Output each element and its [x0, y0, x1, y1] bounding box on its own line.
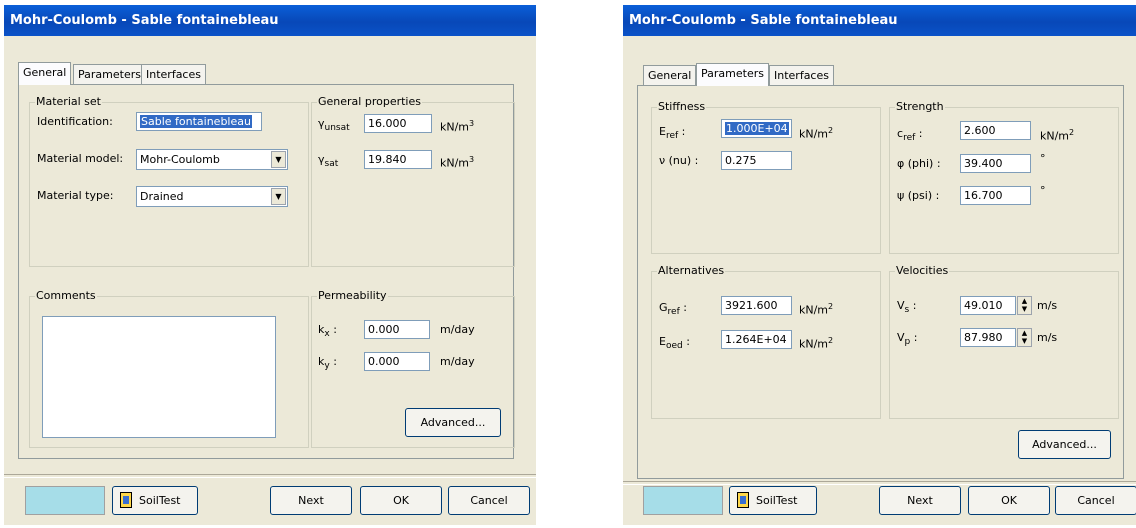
cancel-button[interactable]: Cancel — [1055, 486, 1136, 515]
nu-field[interactable]: 0.275 — [721, 151, 792, 170]
nu-label: ν (nu) : — [659, 154, 699, 167]
tab-panel-parameters: Stiffness Eref : 1.000E+04 kN/m2 ν (nu) … — [637, 85, 1124, 479]
soiltest-button[interactable]: SoilTest — [112, 486, 198, 515]
tab-panel-general: Material set Identification: Sable fonta… — [18, 84, 515, 459]
separator — [623, 481, 1136, 485]
eref-unit: kN/m2 — [799, 126, 834, 141]
eoed-field[interactable]: 1.264E+04 — [721, 330, 792, 349]
eref-field[interactable]: 1.000E+04 — [721, 119, 792, 138]
gref-label: Gref : — [659, 301, 687, 318]
material-type-value: Drained — [140, 190, 184, 203]
identification-field[interactable]: Sable fontainebleau — [136, 112, 262, 131]
comments-group: Comments — [29, 289, 309, 448]
soiltest-button[interactable]: SoilTest — [729, 486, 817, 515]
next-button[interactable]: Next — [270, 486, 352, 515]
vs-unit: m/s — [1037, 299, 1058, 312]
eoed-label: Eoed : — [659, 335, 690, 352]
vs-label: Vs : — [897, 299, 917, 316]
general-properties-label: General properties — [317, 95, 422, 108]
cref-unit: kN/m2 — [1040, 128, 1075, 143]
tab-general[interactable]: General — [18, 62, 72, 85]
soiltest-icon — [737, 492, 749, 508]
gref-field[interactable]: 3921.600 — [721, 296, 792, 315]
identification-label: Identification: — [37, 115, 113, 128]
ok-button[interactable]: OK — [360, 486, 442, 515]
phi-unit: ° — [1040, 152, 1046, 165]
separator — [4, 474, 536, 478]
gamma-sat-unit: kN/m3 — [440, 155, 475, 170]
chevron-down-icon[interactable]: ▼ — [271, 188, 286, 205]
gamma-sat-label: γsat — [318, 153, 339, 170]
cref-field[interactable]: 2.600 — [960, 121, 1031, 140]
velocities-label: Velocities — [895, 264, 950, 277]
phi-field[interactable]: 39.400 — [960, 154, 1031, 173]
psi-field[interactable]: 16.700 — [960, 186, 1031, 205]
material-model-value: Mohr-Coulomb — [140, 153, 220, 166]
advanced-button[interactable]: Advanced... — [405, 408, 501, 437]
kx-field[interactable]: 0.000 — [364, 320, 430, 339]
material-model-label: Material model: — [37, 152, 124, 165]
material-set-label: Material set — [35, 95, 102, 108]
tab-parameters[interactable]: Parameters — [696, 63, 769, 86]
window-title: Mohr-Coulomb - Sable fontainebleau — [4, 5, 536, 36]
tab-interfaces[interactable]: Interfaces — [141, 64, 206, 84]
ky-field[interactable]: 0.000 — [364, 352, 430, 371]
vs-field[interactable]: 49.010 — [960, 296, 1016, 315]
material-type-select[interactable]: Drained ▼ — [136, 186, 288, 207]
advanced-button[interactable]: Advanced... — [1018, 430, 1111, 459]
tab-parameters[interactable]: Parameters — [73, 64, 146, 84]
kx-label: kx : — [318, 323, 337, 340]
gamma-sat-field[interactable]: 19.840 — [364, 150, 432, 169]
gamma-unsat-unit: kN/m3 — [440, 119, 475, 134]
psi-unit: ° — [1040, 184, 1046, 197]
strength-group: Strength cref : 2.600 kN/m2 φ (phi) : 39… — [889, 100, 1119, 254]
eref-label: Eref : — [659, 125, 686, 142]
material-model-select[interactable]: Mohr-Coulomb ▼ — [136, 149, 288, 170]
cancel-button[interactable]: Cancel — [448, 486, 530, 515]
material-type-label: Material type: — [37, 189, 114, 202]
comments-textarea[interactable] — [42, 316, 276, 438]
tab-interfaces[interactable]: Interfaces — [769, 65, 834, 85]
vp-spin-arrows-icon[interactable]: ▲ ▼ — [1017, 328, 1032, 347]
cref-label: cref : — [897, 127, 923, 144]
material-dialog-parameters: Mohr-Coulomb - Sable fontainebleau Gener… — [623, 5, 1136, 525]
permeability-group: Permeability kx : 0.000 m/day ky : 0.000… — [311, 289, 515, 448]
material-set-group: Material set Identification: Sable fonta… — [29, 95, 309, 267]
window-title: Mohr-Coulomb - Sable fontainebleau — [623, 5, 1136, 36]
soiltest-icon — [120, 492, 132, 508]
material-dialog-general: Mohr-Coulomb - Sable fontainebleau Gener… — [4, 5, 536, 525]
vp-field[interactable]: 87.980 — [960, 328, 1016, 347]
comments-label: Comments — [35, 289, 97, 302]
chevron-down-icon[interactable]: ▼ — [271, 151, 286, 168]
velocities-group: Velocities Vs : 49.010 ▲ ▼ m/s Vp : 87.98… — [889, 264, 1119, 419]
vs-spin-arrows-icon[interactable]: ▲ ▼ — [1017, 296, 1032, 315]
gref-unit: kN/m2 — [799, 302, 834, 317]
soil-color-swatch[interactable] — [25, 486, 105, 515]
eoed-unit: kN/m2 — [799, 336, 834, 351]
gamma-unsat-field[interactable]: 16.000 — [364, 114, 432, 133]
strength-label: Strength — [895, 100, 945, 113]
vp-label: Vp : — [897, 331, 918, 348]
ky-unit: m/day — [440, 355, 475, 368]
ky-label: ky : — [318, 355, 337, 372]
gamma-unsat-label: γunsat — [318, 117, 350, 134]
permeability-label: Permeability — [317, 289, 388, 302]
alternatives-label: Alternatives — [657, 264, 726, 277]
psi-label: ψ (psi) : — [897, 189, 940, 202]
alternatives-group: Alternatives Gref : 3921.600 kN/m2 Eoed … — [651, 264, 881, 419]
ok-button[interactable]: OK — [968, 486, 1050, 515]
tab-general[interactable]: General — [643, 65, 697, 85]
general-properties-group: General properties γunsat 16.000 kN/m3 γ… — [311, 95, 515, 267]
vp-unit: m/s — [1037, 331, 1058, 344]
next-button[interactable]: Next — [879, 486, 961, 515]
kx-unit: m/day — [440, 323, 475, 336]
phi-label: φ (phi) : — [897, 157, 941, 170]
stiffness-label: Stiffness — [657, 100, 707, 113]
stiffness-group: Stiffness Eref : 1.000E+04 kN/m2 ν (nu) … — [651, 100, 881, 254]
soil-color-swatch[interactable] — [643, 486, 723, 515]
